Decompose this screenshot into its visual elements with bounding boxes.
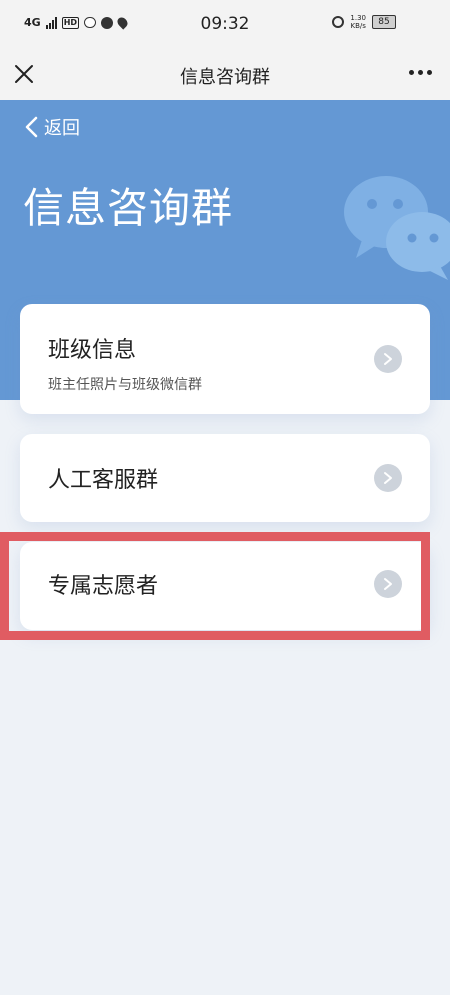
card-title: 人工客服群 xyxy=(48,468,159,493)
more-icon[interactable] xyxy=(409,70,432,75)
network-speed: 1.30 KB/s xyxy=(350,14,366,30)
nav-title: 信息咨询群 xyxy=(180,67,270,88)
chevron-left-icon xyxy=(25,116,38,138)
status-right: 1.30 KB/s 85 xyxy=(332,14,396,30)
highlight-box xyxy=(0,532,430,640)
chevron-right-icon xyxy=(374,464,402,492)
nav-bar: 信息咨询群 xyxy=(0,50,450,100)
card-class-info[interactable]: 班级信息 班主任照片与班级微信群 xyxy=(20,304,430,414)
page-title: 信息咨询群 xyxy=(23,184,233,232)
page: 4G HD 09:32 1.30 KB/s 85 信息咨询群 返回 信息咨询群 … xyxy=(0,0,450,995)
card-subtitle: 班主任照片与班级微信群 xyxy=(48,377,202,393)
battery-indicator: 85 xyxy=(372,15,396,29)
back-button[interactable]: 返回 xyxy=(24,114,80,140)
speed-unit: KB/s xyxy=(350,22,366,30)
back-label: 返回 xyxy=(44,118,80,139)
alarm-icon xyxy=(332,16,345,28)
speed-value: 1.30 xyxy=(350,14,366,22)
status-bar: 4G HD 09:32 1.30 KB/s 85 xyxy=(0,0,450,50)
card-customer-service[interactable]: 人工客服群 xyxy=(20,434,430,522)
card-title: 班级信息 xyxy=(48,338,137,363)
wechat-icon xyxy=(344,176,450,280)
chevron-right-icon xyxy=(374,345,402,373)
